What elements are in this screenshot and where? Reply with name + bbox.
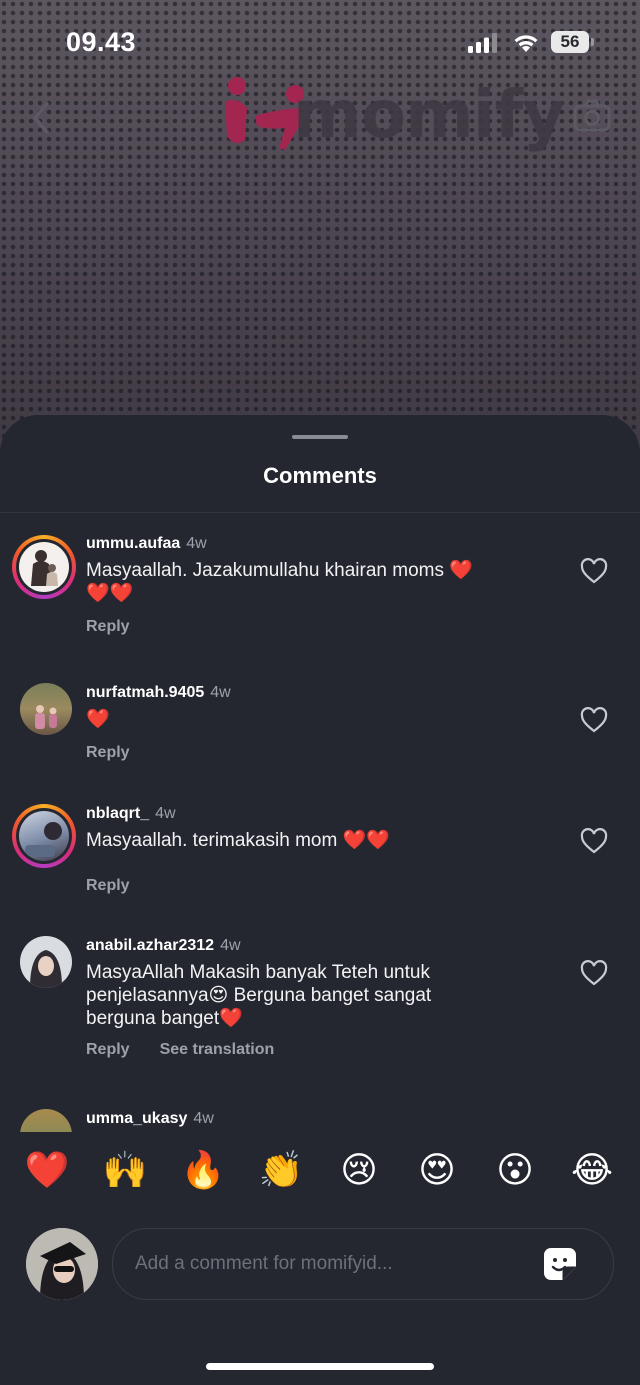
comment-actions: Reply [86, 877, 160, 895]
avatar-photo-icon [25, 822, 62, 857]
sheet-title: Comments [263, 463, 377, 488]
comment-text: Masyaallah. terimakasih mom ❤️❤️ [86, 830, 390, 851]
avatar-story-ring[interactable] [12, 535, 76, 599]
comment-text: MasyaAllah Makasih banyak Teteh untuk pe… [86, 962, 432, 1029]
comment-text: Masyaallah. Jazakumullahu khairan moms ❤… [86, 560, 473, 604]
see-translation-link[interactable]: See translation [160, 1041, 275, 1058]
battery-indicator: 56 [551, 31, 595, 53]
comment-username[interactable]: ummu.aufaa 4w [86, 535, 207, 553]
wifi-icon [514, 35, 538, 52]
reaction-clapping[interactable]: 👏 [256, 1146, 306, 1196]
heart-outline-icon[interactable] [580, 558, 608, 584]
comment-username[interactable]: nurfatmah.9405 4w [86, 684, 231, 702]
reply-button[interactable]: Reply [86, 618, 130, 635]
reaction-surprised[interactable]: 😮 [490, 1146, 540, 1196]
avatar[interactable] [20, 936, 72, 988]
current-user-avatar [26, 1228, 98, 1300]
avatar [19, 542, 69, 592]
avatar-photo-icon [30, 950, 62, 988]
reaction-laughing[interactable]: 😂 [567, 1146, 617, 1196]
avatar [19, 811, 69, 861]
logo-mark-icon [225, 77, 304, 150]
comment-item: umma_ukasy 4w [0, 1107, 640, 1132]
comment-actions: Reply [86, 744, 160, 762]
home-indicator[interactable] [206, 1363, 434, 1370]
comment-age: 4w [210, 684, 231, 701]
reaction-crying[interactable]: 😢 [334, 1146, 384, 1196]
status-time: 09.43 [66, 27, 137, 57]
chevron-left-icon[interactable] [30, 100, 52, 136]
momify-logo: momify [215, 70, 565, 165]
comment-item: nblaqrt_ 4w Masyaallah. terimakasih mom ❤… [0, 802, 640, 912]
avatar[interactable] [20, 1109, 72, 1132]
comment-input[interactable]: Add a comment for momifyid... [112, 1228, 614, 1300]
comment-username[interactable]: umma_ukasy 4w [86, 1110, 214, 1128]
sheet-grabber[interactable] [292, 435, 348, 439]
avatar-story-ring[interactable] [12, 804, 76, 868]
reaction-heart-eyes[interactable]: 😍 [412, 1146, 462, 1196]
comment-text: ❤️ [86, 709, 110, 730]
comments-list[interactable]: ummu.aufaa 4w Masyaallah. Jazakumullahu k… [0, 515, 640, 1132]
reply-button[interactable]: Reply [86, 1041, 130, 1058]
avatar-photo-icon [26, 1228, 98, 1300]
reaction-heart[interactable]: ❤️ [22, 1146, 72, 1196]
comment-actions: Reply See translation [86, 1041, 304, 1059]
heart-outline-icon[interactable] [580, 828, 608, 854]
reply-button[interactable]: Reply [86, 744, 130, 761]
logo-text: momify [293, 76, 565, 153]
cellular-signal-icon [468, 33, 497, 53]
comment-composer: Add a comment for momifyid... [0, 1222, 640, 1312]
comment-age: 4w [186, 535, 207, 552]
comment-input-placeholder: Add a comment for momifyid... [135, 1253, 393, 1274]
comment-username[interactable]: nblaqrt_ 4w [86, 805, 176, 823]
reaction-raised-hands[interactable]: 🙌 [100, 1146, 150, 1196]
heart-outline-icon[interactable] [580, 707, 608, 733]
sticker-icon[interactable] [541, 1245, 579, 1283]
comment-age: 4w [220, 937, 241, 954]
avatar-illustration-icon [31, 550, 58, 586]
avatar[interactable] [20, 683, 72, 735]
battery-level: 56 [551, 31, 589, 53]
comment-username[interactable]: anabil.azhar2312 4w [86, 937, 241, 955]
quick-reactions-bar: ❤️ 🙌 🔥 👏 😢 😍 😮 😂 [0, 1146, 640, 1212]
heart-outline-icon[interactable] [580, 960, 608, 986]
reaction-fire[interactable]: 🔥 [178, 1146, 228, 1196]
reply-button[interactable]: Reply [86, 877, 130, 894]
divider [0, 512, 640, 513]
comment-age: 4w [155, 805, 176, 822]
camera-icon[interactable] [572, 98, 612, 134]
comment-actions: Reply [86, 618, 160, 636]
comment-item: nurfatmah.9405 4w ❤️ Reply [0, 681, 640, 781]
battery-tip [591, 38, 594, 46]
comment-age: 4w [193, 1110, 214, 1127]
comment-item: anabil.azhar2312 4w MasyaAllah Makasih ba… [0, 934, 640, 1084]
comment-item: ummu.aufaa 4w Masyaallah. Jazakumullahu k… [0, 532, 640, 652]
avatar-photo-icon [35, 705, 57, 729]
